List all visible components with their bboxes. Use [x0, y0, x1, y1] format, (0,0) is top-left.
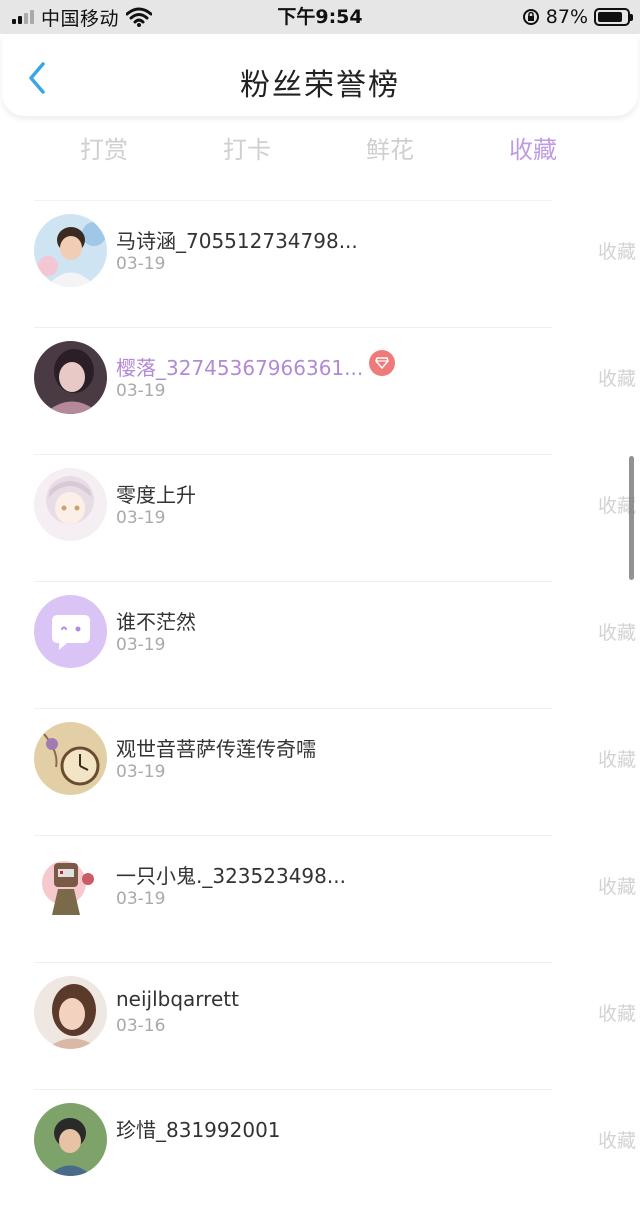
cellular-signal-icon: [12, 10, 34, 24]
battery-percent: 87%: [545, 6, 588, 28]
status-left: 中国移动: [12, 0, 153, 34]
list-item[interactable]: 珍惜_831992001 收藏: [34, 1089, 636, 1216]
list-item[interactable]: 零度上升 03-19 收藏: [34, 454, 636, 581]
favorite-action[interactable]: 收藏: [598, 872, 636, 899]
tab-flowers[interactable]: 鲜花: [330, 128, 450, 172]
battery-level: [598, 12, 622, 22]
nav-header: 粉丝荣誉榜: [2, 36, 638, 116]
battery-icon: [594, 8, 633, 26]
child-photo-avatar: [34, 1103, 107, 1176]
avatar[interactable]: [34, 595, 107, 668]
rotation-lock-icon: [522, 9, 539, 25]
user-name: 观世音菩萨传莲传奇嚅: [116, 737, 316, 761]
user-name: 一只小鬼._323523498...: [116, 864, 346, 888]
woman-photo-avatar: [34, 976, 107, 1049]
cartoon-character-avatar: [34, 849, 107, 922]
tab-favorites[interactable]: 收藏: [473, 128, 593, 172]
avatar[interactable]: [34, 468, 107, 541]
scrollbar[interactable]: [629, 456, 634, 580]
tab-checkin[interactable]: 打卡: [187, 128, 307, 172]
avatar[interactable]: [34, 1103, 107, 1176]
avatar[interactable]: [34, 976, 107, 1049]
user-date: 03-19: [116, 762, 166, 782]
wifi-icon: [126, 7, 153, 27]
default-chat-avatar: [34, 595, 107, 668]
avatar[interactable]: [34, 341, 107, 414]
user-name: 樱落_32745367966361...: [116, 356, 364, 380]
girl-photo-avatar: [34, 341, 107, 414]
user-date: 03-16: [116, 1016, 166, 1036]
user-name: 零度上升: [116, 483, 196, 507]
favorite-action[interactable]: 收藏: [598, 745, 636, 772]
list-item[interactable]: 一只小鬼._323523498... 03-19 收藏: [34, 835, 636, 962]
avatar[interactable]: [34, 214, 107, 287]
status-right: 87%: [522, 0, 633, 34]
favorite-action[interactable]: 收藏: [598, 237, 636, 264]
user-name: 马诗涵_705512734798...: [116, 229, 358, 253]
status-bar: 中国移动 下午9:54 87%: [0, 0, 640, 34]
tab-bar: 打赏 打卡 鲜花 收藏: [0, 128, 640, 172]
user-date: 03-19: [116, 254, 166, 274]
avatar[interactable]: [34, 722, 107, 795]
fan-list: 马诗涵_705512734798... 03-19 收藏 樱落_32745367…: [0, 200, 640, 1216]
user-date: 03-19: [116, 508, 166, 528]
vip-diamond-icon: [369, 350, 395, 376]
avatar[interactable]: [34, 849, 107, 922]
user-date: 03-19: [116, 889, 166, 909]
list-item[interactable]: 马诗涵_705512734798... 03-19 收藏: [34, 200, 636, 327]
favorite-action[interactable]: 收藏: [598, 999, 636, 1026]
user-date: 03-19: [116, 635, 166, 655]
favorite-action[interactable]: 收藏: [598, 1126, 636, 1153]
list-item[interactable]: 观世音菩萨传莲传奇嚅 03-19 收藏: [34, 708, 636, 835]
girl-photo-avatar: [34, 214, 107, 287]
anime-girl-avatar: [34, 468, 107, 541]
list-item[interactable]: 谁不茫然 03-19 收藏: [34, 581, 636, 708]
page-title: 粉丝荣誉榜: [240, 68, 400, 103]
carrier-name: 中国移动: [41, 7, 120, 30]
user-name: 谁不茫然: [116, 610, 196, 634]
favorite-action[interactable]: 收藏: [598, 364, 636, 391]
user-name: neijlbqarrett: [116, 987, 239, 1011]
favorite-action[interactable]: 收藏: [598, 618, 636, 645]
list-item[interactable]: neijlbqarrett 03-16 收藏: [34, 962, 636, 1089]
list-item[interactable]: 樱落_32745367966361... 03-19 收藏: [34, 327, 636, 454]
pocket-watch-avatar: [34, 722, 107, 795]
user-date: 03-19: [116, 381, 166, 401]
tab-reward[interactable]: 打赏: [44, 128, 164, 172]
